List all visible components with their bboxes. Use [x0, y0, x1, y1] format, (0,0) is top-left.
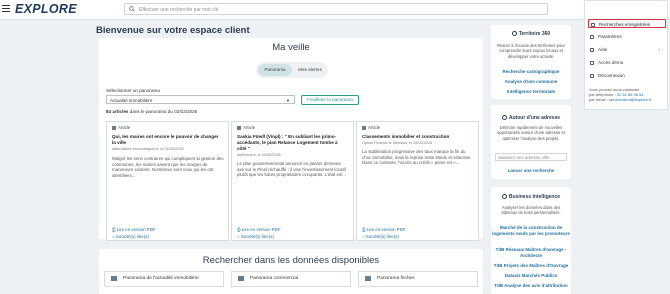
hamburger-menu-icon[interactable] — [2, 5, 10, 12]
bi-card: Business Intelligence Analyser les donné… — [491, 187, 571, 294]
logout-icon — [590, 73, 594, 78]
territoire-card: Territoire 360 Restez à l'écoute des ter… — [491, 25, 571, 99]
panorama-select[interactable]: Actualité immobilière ▼ — [106, 95, 295, 104]
article-tag: Article — [362, 125, 380, 130]
panorama-icon — [111, 276, 117, 281]
pdf-link[interactable]: ⎙ Lire en version PDF — [362, 227, 406, 232]
panorama-immo-button[interactable]: Panorama de l'actualité immobilière — [104, 271, 224, 287]
search-icon — [129, 6, 135, 12]
feuilleter-button[interactable]: Feuilleter le panorama — [301, 95, 359, 105]
adresse-input[interactable]: Saisissez une adresse, ville... — [495, 153, 567, 161]
bi-link-dataviz[interactable]: Dataviz Marchés Publics — [491, 273, 571, 279]
contact-block: Vous pouvez nous contacter par téléphone… — [589, 87, 652, 102]
logo[interactable]: EXPLORE — [15, 2, 77, 16]
adresse-text: Détecter rapidement de nouvelles opportu… — [496, 125, 566, 141]
map-pin-icon — [501, 115, 507, 120]
article-source: Option Finance le Mensuel, le 28/02/2026 — [362, 141, 433, 145]
adresse-card: Autour d'une adresse Détecter rapidement… — [491, 105, 571, 179]
menu-acces-demo[interactable]: Accès démo — [588, 58, 666, 67]
email-link[interactable]: serviceclient@explore.fr — [609, 97, 652, 102]
article-card[interactable]: Article Saskia Füedl (Vinpl) : " En subl… — [231, 121, 354, 241]
menu-deconnexion[interactable]: Déconnexion — [588, 71, 666, 80]
tab-mes-alertes[interactable]: Mes alertes — [294, 64, 326, 76]
article-body: Malgré les sens contraires qui complique… — [112, 156, 224, 178]
bi-link-avis[interactable]: TdB Analyse des avis d'attribution — [491, 283, 571, 289]
bi-link-projets[interactable]: TdB Projets des Maîtres d'Ouvrage — [491, 263, 571, 269]
page-title: Bienvenue sur votre espace client — [96, 25, 250, 36]
panorama-select-value: Actualité immobilière — [110, 97, 153, 103]
territoire-link-intelligence[interactable]: Intelligence territoriale — [491, 89, 571, 95]
article-title[interactable]: Saskia Füedl (Vinpl) : " En subliant les… — [237, 134, 347, 151]
pdf-link[interactable]: ⎙ Lire en version PDF — [112, 227, 156, 232]
article-source: alternatives-economiques.fr, le 02/03/20… — [112, 147, 184, 151]
veille-card: Ma veille Panorama Mes alertes Sélection… — [99, 38, 483, 264]
recherche-card: Rechercher dans les données disponibles … — [99, 249, 483, 294]
territoire-link-commune[interactable]: Analyse d'une commune — [491, 79, 571, 85]
veille-title: Ma veille — [272, 42, 310, 53]
territoire-link-carto[interactable]: Recherche cartographique — [491, 69, 571, 75]
article-title[interactable]: Qui, les maires ont encore le pouvoir de… — [112, 134, 222, 146]
search-placeholder: Effectuer une recherche par mot clé — [139, 6, 219, 13]
adresse-title: Autour d'une adresse — [491, 115, 571, 121]
panorama-friches-button[interactable]: Panorama friches — [358, 271, 478, 287]
eye-icon — [590, 60, 594, 65]
article-count: 84 articles dans le panorama du 02/03/20… — [106, 109, 198, 114]
article-icon — [237, 125, 241, 130]
search-icon — [591, 22, 595, 27]
article-body: La stabilisation progressive des taux ma… — [362, 149, 472, 165]
pdf-link[interactable]: ⎙ Lire en version PDF — [237, 227, 281, 232]
search-input[interactable]: Effectuer une recherche par mot clé — [124, 3, 548, 15]
user-dropdown-menu: Recherches enregistrées Paramètres Aide ›… — [584, 0, 668, 110]
bi-title: Business Intelligence — [491, 194, 571, 200]
menu-recherches-enregistrees[interactable]: Recherches enregistrées — [588, 19, 666, 28]
article-title[interactable]: Classements immobilier et construction — [362, 134, 472, 140]
article-icon — [112, 125, 116, 130]
bi-link-construction[interactable]: Marché de la construction de logements n… — [491, 225, 571, 236]
article-icon — [362, 125, 366, 130]
panorama-icon — [365, 276, 371, 281]
panorama-icon — [238, 276, 244, 281]
bi-text: Analyser les données dans des tableaux d… — [501, 205, 561, 216]
recherche-title: Rechercher dans les données disponibles — [202, 255, 380, 266]
globe-icon — [511, 31, 517, 36]
chevron-down-icon: ▼ — [286, 98, 290, 103]
chart-icon — [501, 194, 507, 199]
territoire-text: Restez à l'écoute des territoires pour c… — [496, 43, 566, 59]
top-bar: EXPLORE Effectuer une recherche par mot … — [0, 0, 670, 20]
article-card[interactable]: Article Qui, les maires ont encore le po… — [106, 121, 229, 241]
adresse-search-link[interactable]: Lancer une recherche — [491, 168, 571, 174]
bi-link-reseaux[interactable]: TdB Réseaux Maîtres d'ouvrage - Architec… — [491, 247, 571, 258]
article-card[interactable]: Article Classements immobilier et constr… — [356, 121, 479, 241]
societes-link[interactable]: ⌂ Société(s) liée(s) — [362, 234, 399, 239]
help-icon — [590, 47, 594, 52]
menu-aide[interactable]: Aide › — [588, 45, 666, 54]
article-tag: Article — [237, 125, 255, 130]
article-tag: Article — [112, 125, 130, 130]
societes-link[interactable]: ⌂ Société(s) liée(s) — [237, 234, 274, 239]
select-label: Sélectionner un panorama — [106, 88, 160, 93]
veille-toggle: Panorama Mes alertes — [256, 62, 328, 78]
societes-link[interactable]: ⌂ Société(s) liée(s) — [112, 234, 149, 239]
panorama-commercial-button[interactable]: Panorama commercial — [231, 271, 351, 287]
chevron-right-icon: › — [658, 47, 660, 52]
tab-panorama[interactable]: Panorama — [258, 64, 292, 76]
article-source: lesEchos.fr, le 02/03/2026 — [237, 153, 281, 157]
territoire-title: Territoire 360 — [491, 31, 571, 37]
gear-icon — [590, 34, 594, 39]
article-body: Le plan gouvernemental annoncé en janvie… — [237, 161, 346, 177]
menu-parametres[interactable]: Paramètres — [588, 32, 666, 41]
